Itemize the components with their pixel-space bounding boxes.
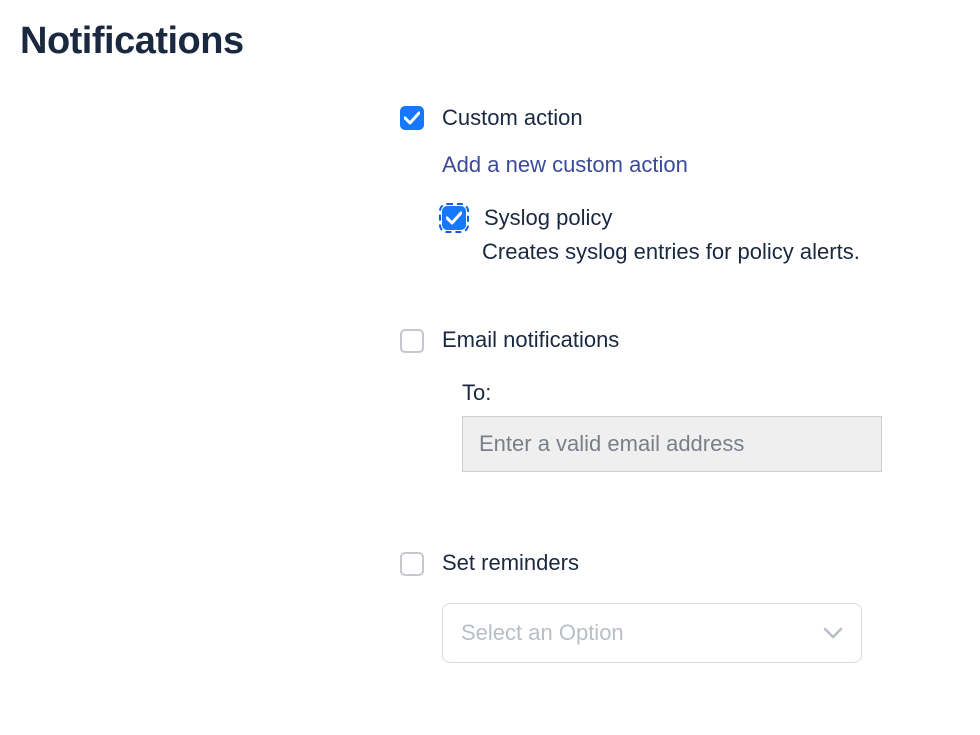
- email-notifications-label: Email notifications: [442, 325, 619, 356]
- check-icon: [446, 211, 462, 225]
- email-to-label: To:: [462, 380, 960, 406]
- syslog-policy-description: Creates syslog entries for policy alerts…: [400, 239, 960, 265]
- notifications-form: Custom action Add a new custom action Sy…: [400, 103, 960, 663]
- set-reminders-row: Set reminders: [400, 548, 960, 579]
- syslog-policy-row: Syslog policy: [400, 203, 960, 234]
- email-notifications-fields: To:: [400, 380, 960, 472]
- custom-action-label: Custom action: [442, 103, 583, 134]
- page-title: Notifications: [20, 20, 960, 63]
- syslog-policy-checkbox[interactable]: [442, 206, 466, 230]
- custom-action-checkbox[interactable]: [400, 106, 424, 130]
- add-custom-action-link[interactable]: Add a new custom action: [400, 150, 960, 181]
- reminders-select[interactable]: Select an Option: [442, 603, 862, 663]
- check-icon: [404, 111, 420, 125]
- set-reminders-fields: Select an Option: [400, 603, 960, 663]
- email-notifications-row: Email notifications: [400, 325, 960, 356]
- custom-action-row: Custom action: [400, 103, 960, 134]
- syslog-policy-label: Syslog policy: [484, 203, 612, 234]
- email-notifications-checkbox[interactable]: [400, 329, 424, 353]
- email-to-input[interactable]: [462, 416, 882, 472]
- set-reminders-checkbox[interactable]: [400, 552, 424, 576]
- chevron-down-icon: [823, 626, 843, 640]
- set-reminders-label: Set reminders: [442, 548, 579, 579]
- reminders-select-placeholder: Select an Option: [461, 620, 624, 646]
